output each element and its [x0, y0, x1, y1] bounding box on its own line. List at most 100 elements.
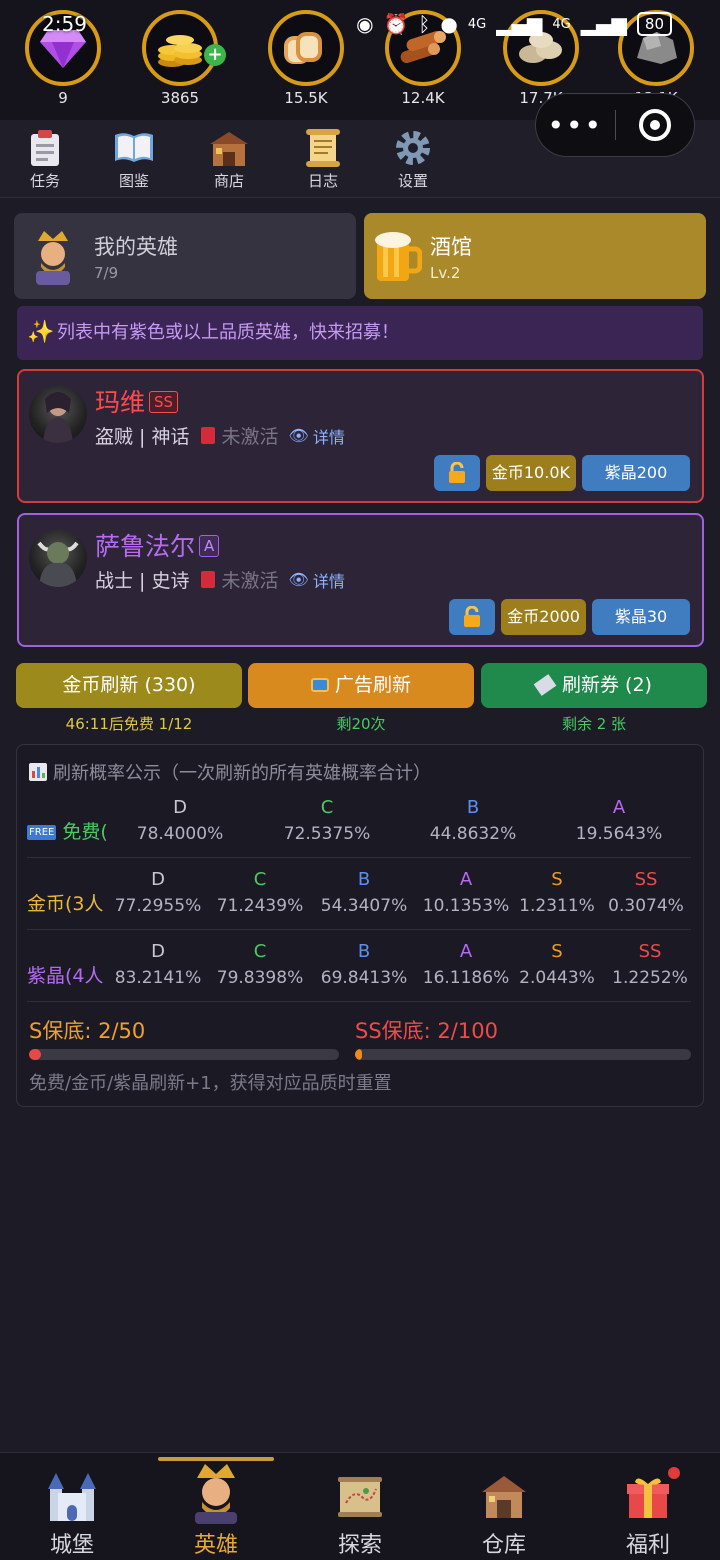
grade-probability: 1.2311%	[519, 896, 595, 916]
close-miniprogram-button[interactable]	[616, 109, 695, 141]
signal-2-icon: ▂▄▆	[580, 12, 627, 36]
free-icon: FREE	[27, 825, 57, 840]
grade-letter: A	[459, 869, 473, 890]
recruit-gem-button[interactable]: 紫晶200	[582, 455, 690, 491]
bottomnav-heroes-label: 英雄	[193, 1533, 238, 1558]
probability-title-text: 刷新概率公示（一次刷新的所有英雄概率合计）	[53, 763, 431, 784]
system-status-bar: 2:59 ◉ ⏰ ᛒ ● 4G ▂▄▆ 4G ▂▄▆ 80	[0, 8, 720, 42]
my-heroes-tab[interactable]: 我的英雄 7/9	[14, 213, 356, 299]
location-icon: ●	[440, 12, 458, 36]
grade-letter: S	[551, 869, 563, 890]
topnav-codex[interactable]: 图鉴	[99, 126, 169, 191]
recruit-notice-banner: ✨ 列表中有紫色或以上品质英雄，快来招募！	[17, 306, 703, 360]
signal-2-label: 4G	[552, 16, 571, 32]
bottomnav-benefits-label: 福利	[625, 1533, 670, 1558]
prob-row-label-text: 免费(3	[62, 821, 109, 843]
hero-card-maiev[interactable]: 玛维 SS 盗贼 | 神话 未激活 👁 详情 金币10.0K 紫晶200	[17, 369, 704, 503]
probability-panel: 刷新概率公示（一次刷新的所有英雄概率合计） FREE 免费(3 D 78.4000…	[16, 744, 704, 1107]
clipboard-icon	[10, 126, 80, 170]
gear-icon	[378, 126, 448, 170]
grade-letter: D	[151, 869, 165, 890]
add-gold-icon[interactable]: +	[204, 44, 226, 66]
ad-refresh-button[interactable]: 广告刷新	[248, 663, 474, 708]
hero-portrait-maiev	[29, 385, 87, 443]
grade-probability: 79.8398%	[216, 968, 304, 988]
hero-detail-link[interactable]: 👁 详情	[289, 424, 345, 448]
hero-status: 未激活	[221, 426, 279, 448]
grade-letter: SS	[634, 869, 658, 890]
prob-cell: S 2.0443%	[510, 939, 604, 991]
topnav-log-label: 日志	[307, 172, 338, 190]
grade-letter: SS	[638, 941, 662, 962]
bottomnav-explore[interactable]: 探索	[310, 1469, 410, 1559]
bottomnav-benefits[interactable]: 福利	[598, 1467, 698, 1559]
grade-probability: 69.8413%	[320, 968, 408, 988]
lock-button[interactable]	[449, 599, 496, 635]
hero-status: 未激活	[221, 570, 279, 592]
bottomnav-warehouse[interactable]: 仓库	[454, 1469, 554, 1559]
notification-dot	[668, 1467, 680, 1479]
prob-cell: B 54.3407%	[317, 867, 411, 919]
hero-detail-link[interactable]: 👁 详情	[289, 568, 345, 592]
bottomnav-castle[interactable]: 城堡	[22, 1469, 122, 1559]
alarm-icon: ⏰	[383, 12, 409, 36]
gem-value: 9	[58, 89, 68, 107]
recruit-gem-button[interactable]: 紫晶30	[592, 599, 690, 635]
divider	[27, 1001, 691, 1002]
warehouse-icon	[454, 1469, 554, 1525]
hero-icon	[166, 1464, 266, 1525]
s-pity-fill	[29, 1049, 42, 1060]
red-book-icon	[201, 571, 216, 588]
topnav-tasks[interactable]: 任务	[10, 126, 80, 191]
prob-cell: C 71.2439%	[213, 867, 307, 919]
recruit-gold-button[interactable]: 金币10.0K	[485, 455, 576, 491]
topnav-codex-label: 图鉴	[118, 172, 149, 190]
more-menu-button[interactable]: •••	[536, 109, 615, 142]
prob-cell: D 77.2955%	[111, 867, 205, 919]
ticket-refresh-button[interactable]: 刷新券 (2)	[481, 663, 707, 708]
prob-row-label: 金币(3人	[27, 893, 104, 915]
recruit-gold-button[interactable]: 金币2000	[501, 599, 586, 635]
my-heroes-title: 我的英雄	[94, 235, 178, 259]
grade-letter: C	[320, 797, 334, 818]
hero-portrait-saurfang	[29, 529, 87, 587]
prob-cell: D 83.2141%	[111, 939, 205, 991]
hero-name: 玛维	[95, 388, 146, 417]
ss-pity-fill	[355, 1049, 362, 1060]
gold-refresh-button[interactable]: 金币刷新 (330)	[16, 663, 242, 708]
hero-card-saurfang[interactable]: 萨鲁法尔 A 战士 | 史诗 未激活 👁 详情 金币2000 紫晶30	[17, 513, 704, 647]
signal-1-label: 4G	[467, 16, 487, 32]
grade-probability: 2.0443%	[519, 968, 595, 988]
hero-name: 萨鲁法尔	[95, 532, 196, 561]
grade-probability: 16.1186%	[422, 968, 510, 988]
hero-avatar-icon	[30, 227, 76, 289]
divider	[27, 857, 691, 858]
hero-info-row: 战士 | 史诗 未激活 👁 详情	[95, 566, 345, 593]
grade-probability: 83.2141%	[114, 968, 202, 988]
lock-button[interactable]	[433, 455, 480, 491]
hero-name-row: 萨鲁法尔 A	[95, 527, 220, 563]
grade-probability: 0.3074%	[608, 896, 684, 916]
hero-actions: 金币2000 紫晶30	[449, 599, 690, 635]
prob-cell: B 69.8413%	[317, 939, 411, 991]
tavern-tab[interactable]: 酒馆 Lv.2	[364, 213, 706, 299]
topnav-log[interactable]: 日志	[288, 126, 358, 191]
beer-mug-icon	[374, 229, 423, 287]
topnav-settings[interactable]: 设置	[378, 126, 448, 191]
battery-indicator: 80	[636, 12, 672, 36]
prob-cell: C 79.8398%	[213, 939, 307, 991]
bottomnav-explore-label: 探索	[337, 1533, 382, 1558]
target-icon	[638, 109, 671, 141]
divider	[27, 929, 691, 930]
grade-badge-a: A	[199, 535, 220, 557]
grade-probability: 78.4000%	[136, 824, 224, 844]
my-heroes-count: 7/9	[94, 264, 119, 282]
ss-pity-progress-bar	[355, 1049, 691, 1060]
bottomnav-heroes[interactable]: 英雄	[166, 1464, 266, 1559]
hero-actions: 金币10.0K 紫晶200	[433, 455, 690, 491]
grade-badge-ss: SS	[149, 391, 179, 413]
s-pity-progress-bar	[29, 1049, 339, 1060]
topnav-shop[interactable]: 商店	[194, 126, 264, 191]
prob-cell: S 1.2311%	[510, 867, 604, 919]
tavern-title: 酒馆	[430, 235, 472, 259]
